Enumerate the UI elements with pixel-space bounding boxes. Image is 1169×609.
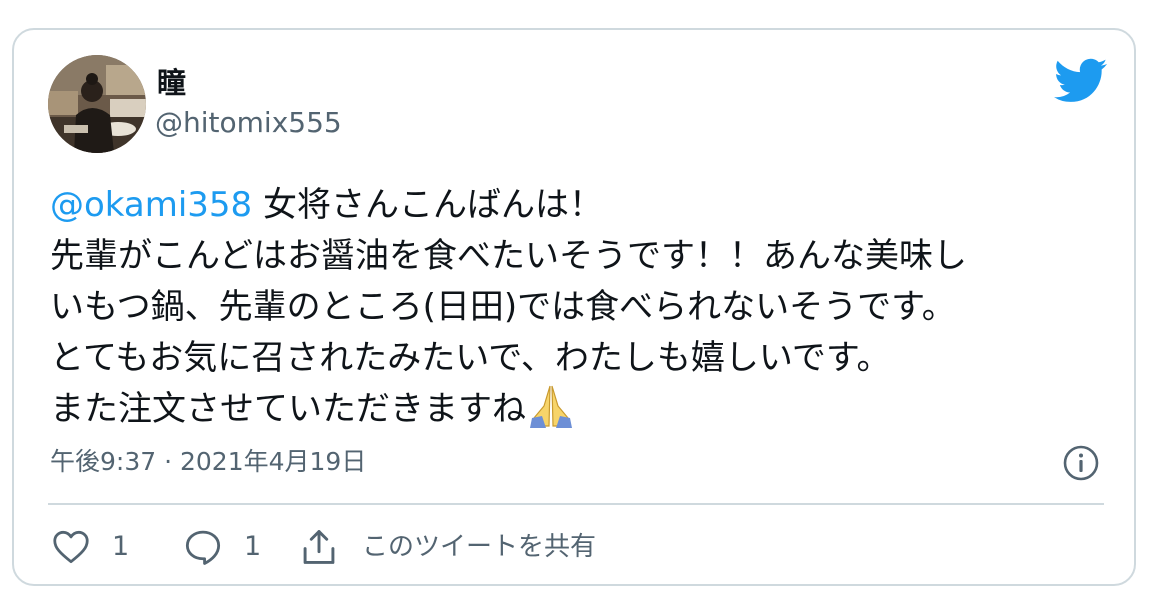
tweet-timestamp[interactable]: 午後9:37 · 2021年4月19日 <box>50 446 366 478</box>
like-count: 1 <box>112 531 130 562</box>
reply-bubble-icon <box>185 530 221 565</box>
tweet-line-1: @okami358 女将さんこんばんは！ <box>50 180 1120 231</box>
share-icon <box>303 530 335 564</box>
display-name[interactable]: 瞳 <box>157 66 186 100</box>
tweet-line-1-text: 女将さんこんばんは！ <box>252 185 604 225</box>
like-button[interactable]: 1 <box>52 528 129 566</box>
mention-link[interactable]: @okami358 <box>50 185 252 225</box>
tweet-text: @okami358 女将さんこんばんは！ 先輩がこんどはお醤油を食べたいそうです… <box>50 180 1120 435</box>
share-button[interactable]: このツイートを共有 <box>302 528 596 566</box>
reply-count: 1 <box>244 531 262 562</box>
tweet-line-4: とてもお気に召されたみたいで、わたしも嬉しいです。 <box>50 338 891 378</box>
info-icon[interactable] <box>1062 444 1100 482</box>
folded-hands-emoji-icon <box>526 384 576 428</box>
tweet-line-3: いもつ鍋、先輩のところ(日田)では食べられないそうです。 <box>50 287 956 327</box>
tweet-line-5: また注文させていただきますね <box>50 384 1120 435</box>
heart-icon <box>53 530 89 564</box>
user-handle[interactable]: @hitomix555 <box>155 106 342 140</box>
tweet-line-5-text: また注文させていただきますね <box>50 389 526 429</box>
share-label: このツイートを共有 <box>362 532 597 562</box>
divider <box>48 503 1104 505</box>
twitter-bird-icon[interactable] <box>1054 58 1108 104</box>
tweet-card[interactable]: 瞳 @hitomix555 @okami358 女将さんこんばんは！ 先輩がこん… <box>12 28 1136 586</box>
avatar[interactable] <box>48 55 146 153</box>
tweet-line-2: 先輩がこんどはお醤油を食べたいそうです！！あんな美味し <box>50 236 967 276</box>
reply-button[interactable]: 1 <box>184 528 261 566</box>
